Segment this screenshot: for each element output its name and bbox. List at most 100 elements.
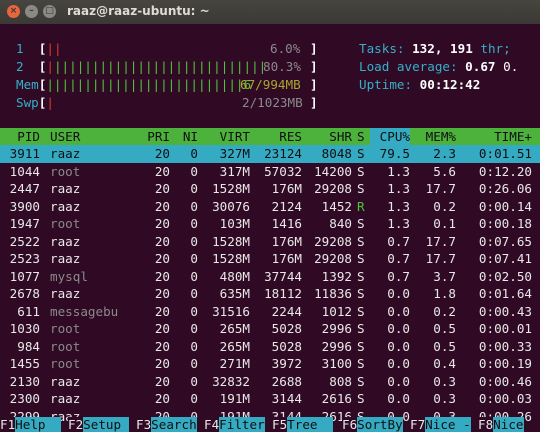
table-row[interactable]: 984 root 20 0 265M 5028 2996 S 0.0 0.5 0:00.33 xyxy=(0,338,540,356)
cell-ni: 0 xyxy=(190,233,198,249)
table-row[interactable]: 2678 raaz 20 0 635M 18112 11836 S 0.0 1.8 0:01.64 xyxy=(0,285,540,303)
cell-time: 0:01.51 xyxy=(478,146,532,161)
cell-pid: 2300 xyxy=(9,391,40,406)
fkey-f4[interactable]: F4Filter xyxy=(204,417,265,432)
cell-res: 3972 xyxy=(271,356,302,371)
cell-pid: 2678 xyxy=(9,286,40,301)
cpu1-meter: 1 [|| xyxy=(16,41,62,56)
cell-cpu: 1.3 xyxy=(387,163,410,179)
fkey-label: Tree xyxy=(287,417,333,432)
cell-cpu: 0.7 xyxy=(387,268,410,284)
cell-pid: 2447 xyxy=(9,181,40,196)
cell-pid: 1947 xyxy=(9,216,40,231)
cell-ni: 0 xyxy=(190,251,198,266)
cell-shr: 29208 xyxy=(314,181,352,196)
cell-mem: 0.2 xyxy=(433,303,456,319)
col-res[interactable]: RES xyxy=(254,128,302,145)
fkey-f1[interactable]: F1Help xyxy=(0,417,61,432)
cell-cpu: 0.0 xyxy=(387,303,410,319)
table-row[interactable]: 2523 raaz 20 0 1528M 176M 29208 S 0.7 17.7 0:07.41 xyxy=(0,250,540,268)
process-list[interactable]: 3911 raaz 20 0 327M 23124 8048 S 79.5 2.3 0:01.51 1… xyxy=(0,145,540,425)
minimize-icon[interactable]: – xyxy=(25,5,38,18)
terminal-area[interactable]: 1 [|| 6.0% ] 2 [||||||||||||||||||||||||… xyxy=(0,24,540,432)
close-icon[interactable]: × xyxy=(7,5,20,18)
cell-ni: 0 xyxy=(190,391,198,406)
cell-s: S xyxy=(357,356,365,371)
cell-shr: 2996 xyxy=(321,338,352,354)
fkey-label: Nice - xyxy=(425,417,471,432)
mem-label: Mem xyxy=(16,77,39,92)
cell-mem: 0.4 xyxy=(433,356,456,371)
cell-pri: 20 xyxy=(154,373,170,389)
cell-cpu: 0.0 xyxy=(387,338,410,354)
maximize-icon[interactable]: □ xyxy=(43,5,56,18)
column-header[interactable]: PID USER PRI NI VIRT RES SHR S CPU% MEM%… xyxy=(0,128,540,145)
cell-ni: 0 xyxy=(190,146,198,161)
cell-virt: 32832 xyxy=(212,373,250,389)
cell-res: 5028 xyxy=(271,321,302,336)
col-ni[interactable]: NI xyxy=(176,128,198,145)
cell-time: 0:00.43 xyxy=(478,303,532,319)
swp-meter: Swp[| xyxy=(16,95,54,110)
fkey-f3[interactable]: F3Search xyxy=(136,417,197,432)
table-row[interactable]: 1947 root 20 0 103M 1416 840 S 1.3 0.1 0:00.18 xyxy=(0,215,540,233)
col-shr[interactable]: SHR xyxy=(308,128,352,145)
cell-user: messagebu xyxy=(50,303,119,319)
cell-cpu: 0.7 xyxy=(387,233,410,249)
table-row[interactable]: 2300 raaz 20 0 191M 3144 2616 S 0.0 0.3 0:00.03 xyxy=(0,390,540,408)
table-row[interactable]: 2130 raaz 20 0 32832 2688 808 S 0.0 0.3 0:00.46 xyxy=(0,373,540,391)
col-user[interactable]: USER xyxy=(50,128,80,145)
cpu1-value: 6.0% xyxy=(270,41,301,56)
uptime-line: Uptime: 00:12:42 xyxy=(359,76,480,94)
table-row[interactable]: 2447 raaz 20 0 1528M 176M 29208 S 1.3 17.7 0:26.06 xyxy=(0,180,540,198)
cell-pri: 20 xyxy=(154,216,170,231)
col-pri[interactable]: PRI xyxy=(144,128,170,145)
cell-virt: 317M xyxy=(219,163,250,179)
cell-time: 0:07.41 xyxy=(478,251,532,266)
table-row[interactable]: 2522 raaz 20 0 1528M 176M 29208 S 0.7 17.7 0:07.65 xyxy=(0,233,540,251)
cell-pid: 611 xyxy=(17,303,40,319)
col-pid[interactable]: PID xyxy=(2,128,40,145)
cell-s: S xyxy=(357,303,365,319)
table-row[interactable]: 611 messagebu 20 0 31516 2244 1012 S 0.0 0.2 0:00.… xyxy=(0,303,540,321)
table-row[interactable]: 1044 root 20 0 317M 57032 14200 S 1.3 5.6 0:12.20 xyxy=(0,163,540,181)
col-virt[interactable]: VIRT xyxy=(204,128,250,145)
cell-cpu: 0.0 xyxy=(387,373,410,389)
window-titlebar: × – □ raaz@raaz-ubuntu: ~ xyxy=(0,0,540,24)
cell-shr: 3100 xyxy=(321,356,352,371)
cell-virt: 30076 xyxy=(212,198,250,214)
cell-pid: 2130 xyxy=(9,373,40,389)
cell-cpu: 1.3 xyxy=(387,198,410,214)
fkey-f2[interactable]: F2Setup xyxy=(68,417,129,432)
cell-pid: 3911 xyxy=(9,146,40,161)
fkey-f8[interactable]: F8Nice xyxy=(478,417,524,432)
cell-time: 0:00.03 xyxy=(478,391,532,406)
tasks-count: 132, xyxy=(412,41,443,56)
col-cpu[interactable]: CPU% xyxy=(370,128,410,145)
table-row[interactable]: 3900 raaz 20 0 30076 2124 1452 R 1.3 0.2 0:00.14 xyxy=(0,198,540,216)
col-mem[interactable]: MEM% xyxy=(418,128,456,145)
cell-mem: 17.7 xyxy=(425,181,456,196)
table-row-selected[interactable]: 3911 raaz 20 0 327M 23124 8048 S 79.5 2.3 0:01.51 xyxy=(0,145,540,163)
cell-user: raaz xyxy=(50,391,81,406)
mem-meter: Mem[||||||||||||||||||||||||||6 xyxy=(16,77,252,92)
fkey-f6[interactable]: F6SortBy xyxy=(342,417,403,432)
col-state[interactable]: S xyxy=(357,128,365,145)
cell-ni: 0 xyxy=(190,356,198,371)
table-row[interactable]: 1030 root 20 0 265M 5028 2996 S 0.0 0.5 0:00.01 xyxy=(0,320,540,338)
cell-virt: 265M xyxy=(219,338,250,354)
cell-s: S xyxy=(357,321,365,336)
fkey-label: Filter xyxy=(219,417,265,432)
cell-mem: 5.6 xyxy=(433,163,456,179)
cell-s: S xyxy=(357,391,365,406)
fkey-f7[interactable]: F7Nice - xyxy=(410,417,471,432)
table-row[interactable]: 1077 mysql 20 0 480M 37744 1392 S 0.7 3.7 0:02.50 xyxy=(0,268,540,286)
fkey-f5[interactable]: F5Tree xyxy=(272,417,333,432)
cell-virt: 31516 xyxy=(212,303,250,319)
cell-virt: 480M xyxy=(219,268,250,284)
cell-pri: 20 xyxy=(154,146,170,161)
col-time[interactable]: TIME+ xyxy=(462,128,532,145)
cell-s: S xyxy=(357,251,365,266)
table-row[interactable]: 1455 root 20 0 271M 3972 3100 S 0.0 0.4 0:00.19 xyxy=(0,355,540,373)
cell-res: 37744 xyxy=(264,268,302,284)
